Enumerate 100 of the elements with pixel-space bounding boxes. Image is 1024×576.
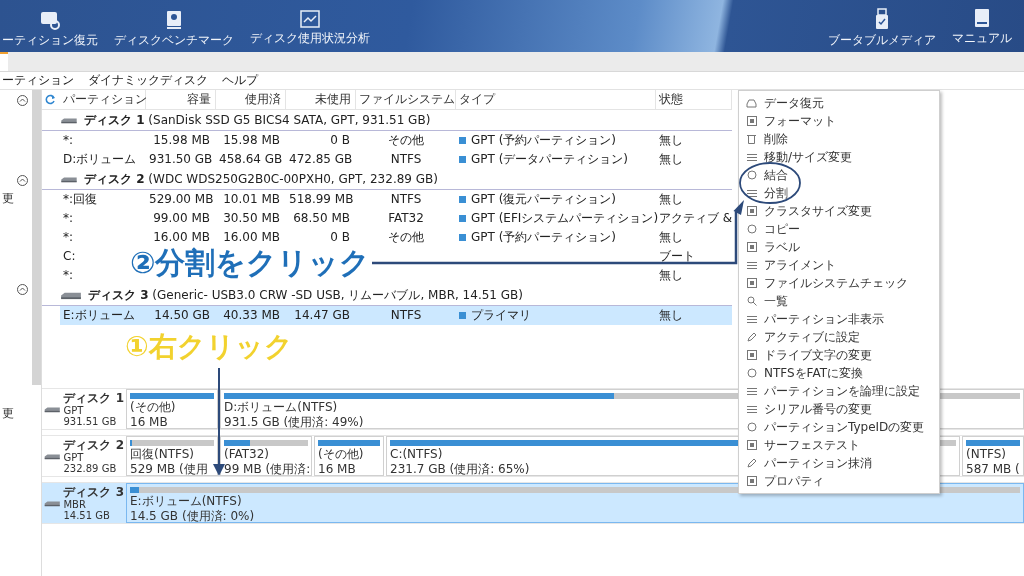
square-icon <box>459 215 466 222</box>
table-cell[interactable]: ブート <box>656 247 732 266</box>
partition-block[interactable]: (NTFS) 587 MB ( <box>962 436 1024 476</box>
collapse-icon[interactable] <box>17 175 29 186</box>
lines-icon <box>746 260 757 270</box>
column-header[interactable]: パーティション <box>60 90 146 109</box>
context-menu-item[interactable]: 一覧 <box>739 292 939 310</box>
table-cell[interactable]: E:ボリューム <box>60 306 146 325</box>
column-header[interactable]: タイプ <box>456 90 656 109</box>
column-header[interactable]: 未使用 <box>286 90 356 109</box>
context-menu-item[interactable]: 削除 <box>739 130 939 148</box>
column-header[interactable]: 容量 <box>146 90 216 109</box>
table-cell[interactable]: NTFS <box>356 190 456 209</box>
table-cell[interactable]: 無し <box>656 131 732 150</box>
table-cell[interactable]: 無し <box>656 228 732 247</box>
table-cell[interactable]: 30.50 MB <box>216 209 286 228</box>
toolbar-button[interactable]: マニュアル <box>952 8 1012 49</box>
square-icon <box>459 312 466 319</box>
menu-item[interactable]: ヘルプ <box>222 72 258 89</box>
context-menu-item[interactable]: アクティブに設定 <box>739 328 939 346</box>
disk-size: 931.51 GB <box>63 415 118 427</box>
table-cell[interactable]: 0 B <box>286 131 356 150</box>
table-cell[interactable]: 68.50 MB <box>286 209 356 228</box>
table-cell[interactable]: 10.01 MB <box>216 190 286 209</box>
table-cell[interactable]: *: <box>60 131 146 150</box>
disk-name: ディスク 1 <box>63 391 124 405</box>
chart-icon <box>300 10 320 28</box>
table-cell[interactable]: 無し <box>656 190 732 209</box>
context-menu-item[interactable]: ラベル <box>739 238 939 256</box>
toolbar-button[interactable]: ーティション復元 <box>2 10 98 49</box>
context-menu-item[interactable]: サーフェステスト <box>739 436 939 454</box>
partition-block[interactable]: (FAT32) 99 MB (使用済: <box>220 436 312 476</box>
context-menu-item[interactable]: パーティション抹消 <box>739 454 939 472</box>
partition-block[interactable]: 回復(NTFS) 529 MB (使用 <box>126 436 218 476</box>
table-cell[interactable]: その他 <box>356 131 456 150</box>
table-cell[interactable]: 931.50 GB <box>146 150 216 169</box>
table-cell[interactable]: 15.98 MB <box>146 131 216 150</box>
column-header[interactable]: ファイルシステム <box>356 90 456 109</box>
column-header[interactable]: 使用済 <box>216 90 286 109</box>
table-cell[interactable]: 458.64 GB <box>216 150 286 169</box>
table-cell[interactable]: 無し <box>656 150 732 169</box>
partition-size: 16 MB <box>130 416 168 429</box>
partition-block[interactable]: (その他) 16 MB <box>314 436 384 476</box>
refresh-icon[interactable] <box>45 94 56 105</box>
context-menu-item[interactable]: NTFSをFATに変換 <box>739 364 939 382</box>
collapse-icon[interactable] <box>17 95 29 106</box>
context-menu-item[interactable]: コピー <box>739 220 939 238</box>
collapse-icon[interactable] <box>17 284 29 295</box>
table-cell[interactable]: FAT32 <box>356 209 456 228</box>
toolbar-button[interactable]: ブータブルメディア <box>828 8 936 49</box>
square-icon <box>459 156 466 163</box>
table-cell[interactable]: 無し <box>656 306 732 325</box>
partition-block[interactable]: (その他) 16 MB <box>126 389 218 429</box>
context-menu-item[interactable]: 結合 <box>739 166 939 184</box>
table-cell[interactable]: 99.00 MB <box>146 209 216 228</box>
column-header[interactable]: 状態 <box>656 90 732 109</box>
context-menu-item[interactable]: フォーマット <box>739 112 939 130</box>
table-cell[interactable]: その他 <box>356 228 456 247</box>
menu-item[interactable]: ダイナミックディスク <box>88 72 208 89</box>
table-cell[interactable]: 518.99 MB <box>286 190 356 209</box>
square-icon <box>459 196 466 203</box>
table-cell[interactable]: NTFS <box>356 306 456 325</box>
table-cell[interactable]: アクティブ & <box>656 209 732 228</box>
context-menu-item[interactable]: シリアル番号の変更 <box>739 400 939 418</box>
context-menu-item[interactable]: 分割 <box>739 184 939 202</box>
toolbar-button[interactable]: ディスクベンチマーク <box>114 10 234 49</box>
table-cell-text: プライマリ <box>471 307 531 324</box>
context-menu-item[interactable]: パーティション非表示 <box>739 310 939 328</box>
partition-size: 931.5 GB (使用済: 49%) <box>224 416 364 429</box>
table-cell[interactable]: 14.47 GB <box>286 306 356 325</box>
toolbar-button[interactable]: ディスク使用状況分析 <box>250 10 370 49</box>
table-cell[interactable]: NTFS <box>356 150 456 169</box>
context-menu-item[interactable]: データ復元 <box>739 94 939 112</box>
context-menu-item[interactable]: 移動/サイズ変更 <box>739 148 939 166</box>
table-cell[interactable]: 16.00 MB <box>146 228 216 247</box>
book-icon <box>973 8 991 28</box>
context-menu-item[interactable]: クラスタサイズ変更 <box>739 202 939 220</box>
menu-item[interactable]: ーティション <box>2 72 74 89</box>
square-icon <box>746 206 757 216</box>
table-cell[interactable]: 14.50 GB <box>146 306 216 325</box>
table-cell[interactable]: *: <box>60 209 146 228</box>
table-cell[interactable]: 16.00 MB <box>216 228 286 247</box>
table-cell[interactable]: *: <box>60 228 146 247</box>
square-icon <box>746 476 757 486</box>
table-cell[interactable]: 0 B <box>286 228 356 247</box>
table-cell[interactable]: 無し <box>656 266 732 285</box>
table-cell[interactable]: *:回復 <box>60 190 146 209</box>
square-icon <box>746 350 757 360</box>
usb-drive-icon <box>874 8 890 30</box>
lines-icon <box>746 188 757 198</box>
table-cell[interactable]: 529.00 MB <box>146 190 216 209</box>
context-menu-item[interactable]: ドライブ文字の変更 <box>739 346 939 364</box>
context-menu-item[interactable]: ファイルシステムチェック <box>739 274 939 292</box>
table-cell[interactable]: 472.85 GB <box>286 150 356 169</box>
table-cell[interactable]: 15.98 MB <box>216 131 286 150</box>
scrollbar[interactable] <box>32 90 41 385</box>
table-cell[interactable]: 40.33 MB <box>216 306 286 325</box>
table-cell[interactable]: D:ボリューム <box>60 150 146 169</box>
context-menu-item[interactable]: アライメント <box>739 256 939 274</box>
highlight-circle <box>739 162 801 204</box>
